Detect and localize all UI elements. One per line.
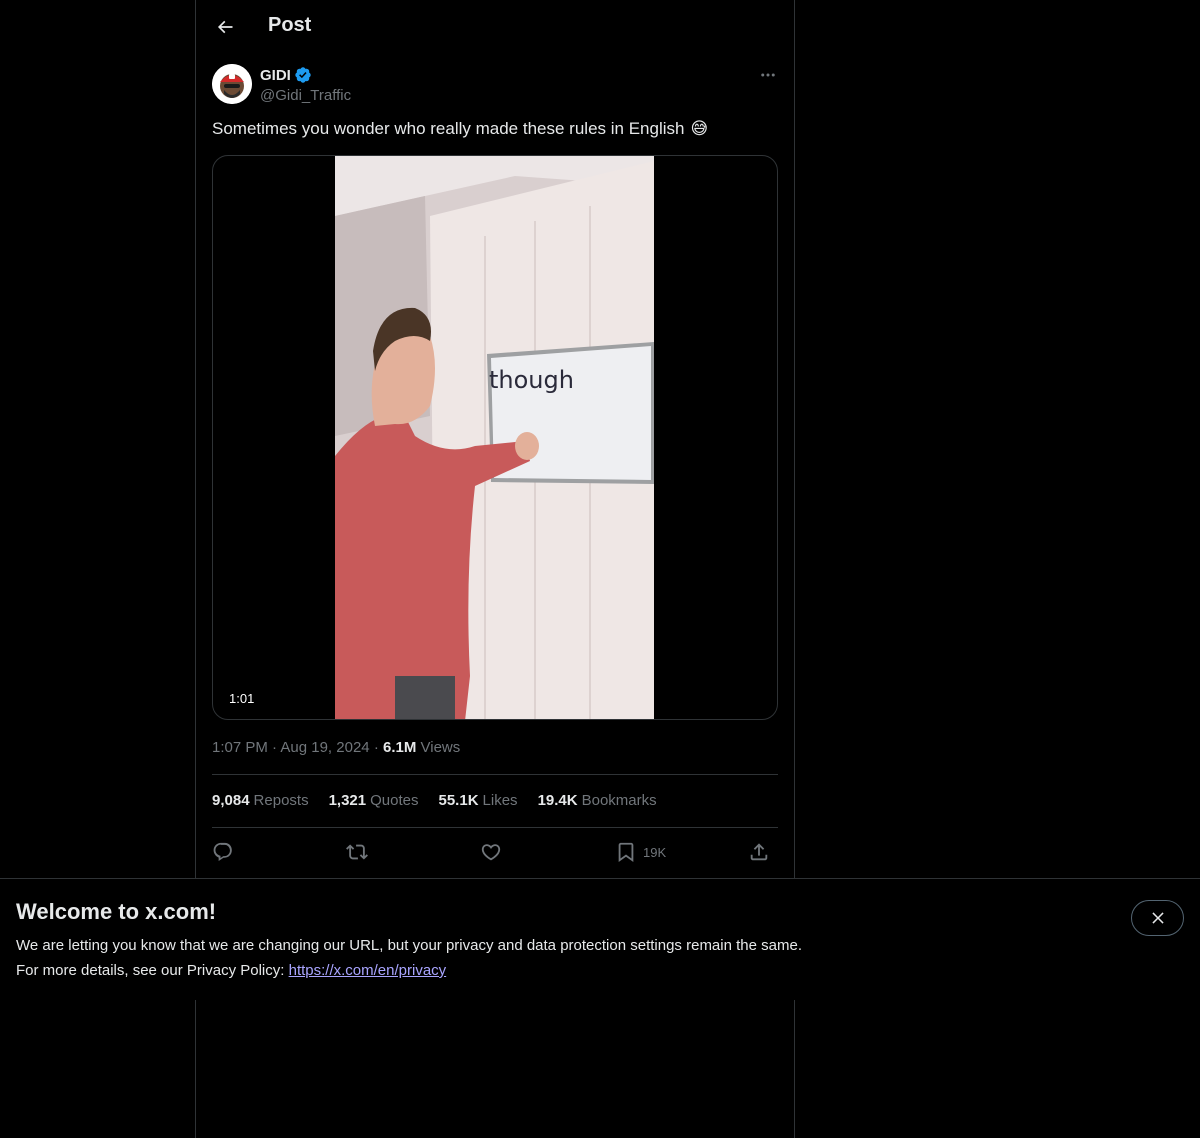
share-icon bbox=[750, 843, 768, 861]
views-label: Views bbox=[420, 739, 461, 756]
video-thumbnail: though bbox=[335, 156, 654, 719]
more-horizontal-icon bbox=[761, 73, 775, 77]
likes-count: 55.1K bbox=[438, 792, 479, 809]
author-name-text: GIDI bbox=[260, 66, 291, 84]
bookmarks-label: Bookmarks bbox=[581, 792, 657, 809]
banner-close-button[interactable] bbox=[1131, 900, 1184, 936]
page-title: Post bbox=[268, 14, 312, 36]
reposts-label: Reposts bbox=[253, 792, 309, 809]
post-meta: 1:07 PM · Aug 19, 2024 · 6.1M Views bbox=[212, 739, 460, 756]
quotes-label: Quotes bbox=[370, 792, 419, 809]
tweet-body: Sometimes you wonder who really made the… bbox=[212, 119, 685, 138]
divider bbox=[212, 774, 778, 775]
divider bbox=[212, 827, 778, 828]
quotes-count: 1,321 bbox=[328, 792, 367, 809]
quotes-stat[interactable]: 1,321 Quotes bbox=[329, 792, 419, 809]
avatar-image bbox=[212, 64, 252, 104]
post-header: Post bbox=[196, 0, 794, 53]
repost-button[interactable] bbox=[346, 839, 368, 865]
reply-icon bbox=[213, 842, 232, 861]
more-options-button[interactable] bbox=[756, 64, 780, 86]
separator: · bbox=[373, 739, 379, 756]
action-bar: 19K bbox=[212, 839, 778, 865]
banner-title: Welcome to x.com! bbox=[16, 899, 217, 924]
video-duration: 1:01 bbox=[223, 689, 261, 708]
grinning-sweat-emoji-icon: 😅 bbox=[690, 119, 709, 138]
bookmarks-count: 19.4K bbox=[537, 792, 578, 809]
bookmarks-stat[interactable]: 19.4K Bookmarks bbox=[538, 792, 657, 809]
arrow-left-icon bbox=[217, 20, 233, 34]
bookmark-count: 19K bbox=[643, 844, 667, 860]
author-name[interactable]: GIDI bbox=[260, 66, 312, 84]
separator: · bbox=[272, 739, 278, 756]
welcome-banner: Welcome to x.com! We are letting you kno… bbox=[0, 878, 1200, 1000]
back-button[interactable] bbox=[208, 10, 242, 44]
post-time[interactable]: 1:07 PM bbox=[212, 739, 268, 756]
post-date[interactable]: Aug 19, 2024 bbox=[280, 739, 369, 756]
reposts-stat[interactable]: 9,084 Reposts bbox=[212, 792, 309, 809]
repost-icon bbox=[346, 844, 368, 860]
share-button[interactable] bbox=[748, 839, 770, 865]
reply-button[interactable] bbox=[212, 839, 234, 865]
verified-badge-icon bbox=[294, 66, 312, 84]
banner-message: We are letting you know that we are chan… bbox=[16, 937, 802, 954]
bookmark-icon bbox=[618, 842, 634, 863]
privacy-policy-link[interactable]: https://x.com/en/privacy bbox=[289, 962, 447, 979]
tweet-text: Sometimes you wonder who really made the… bbox=[212, 119, 708, 139]
likes-label: Likes bbox=[482, 792, 518, 809]
avatar[interactable] bbox=[212, 64, 252, 104]
whiteboard-word: though bbox=[489, 366, 574, 394]
close-icon bbox=[1151, 912, 1164, 924]
post-stats: 9,084 Reposts 1,321 Quotes 55.1K Likes 19.4… bbox=[212, 792, 657, 809]
banner-policy-line: For more details, see our Privacy Policy… bbox=[16, 962, 446, 979]
likes-stat[interactable]: 55.1K Likes bbox=[439, 792, 518, 809]
reposts-count: 9,084 bbox=[212, 792, 250, 809]
author-handle[interactable]: @Gidi_Traffic bbox=[260, 87, 351, 104]
video-player[interactable]: though 1:01 bbox=[212, 155, 778, 720]
heart-icon bbox=[481, 844, 501, 861]
banner-policy-prefix: For more details, see our Privacy Policy… bbox=[16, 962, 285, 979]
like-button[interactable] bbox=[480, 839, 502, 865]
bookmark-button[interactable]: 19K bbox=[615, 839, 666, 865]
views-count: 6.1M bbox=[382, 739, 417, 756]
